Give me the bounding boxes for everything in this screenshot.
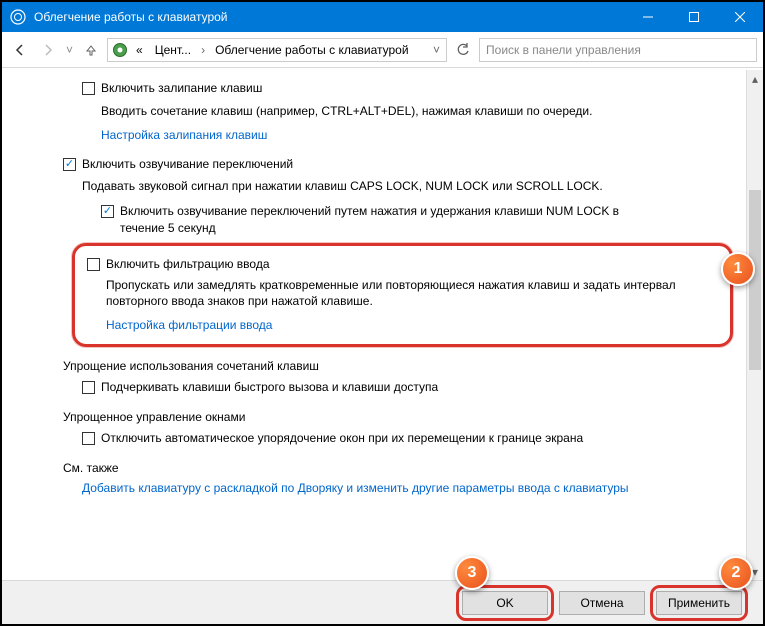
toggle-keys-numlock-checkbox[interactable]: [101, 205, 114, 218]
shortcuts-heading: Упрощение использования сочетаний клавиш: [63, 359, 733, 373]
control-panel-icon: [112, 42, 128, 58]
filter-keys-highlight: Включить фильтрацию ввода Пропускать или…: [72, 243, 733, 347]
toggle-keys-label: Включить озвучивание переключений: [82, 156, 293, 173]
cancel-button[interactable]: Отмена: [559, 591, 645, 615]
toggle-keys-description: Подавать звуковой сигнал при нажатии кла…: [82, 178, 733, 195]
breadcrumb-part-2[interactable]: Облегчение работы с клавиатурой: [211, 43, 413, 57]
annotation-marker-2: 2: [719, 556, 753, 590]
refresh-button[interactable]: [451, 38, 475, 62]
annotation-marker-3: 3: [455, 556, 489, 590]
sticky-keys-settings-link[interactable]: Настройка залипания клавиш: [101, 128, 267, 142]
scroll-up-button[interactable]: ▴: [747, 70, 763, 87]
filter-keys-checkbox[interactable]: [87, 258, 100, 271]
breadcrumb[interactable]: « Цент... › Облегчение работы с клавиату…: [107, 38, 447, 62]
toggle-keys-numlock-label: Включить озвучивание переключений путем …: [120, 203, 660, 237]
filter-keys-label: Включить фильтрацию ввода: [106, 256, 270, 273]
ok-button[interactable]: OK: [462, 591, 548, 615]
navigation-bar: ˅ « Цент... › Облегчение работы с клавиа…: [2, 32, 763, 68]
filter-keys-description: Пропускать или замедлять кратковременные…: [106, 277, 718, 311]
maximize-button[interactable]: [671, 2, 717, 32]
seealso-heading: См. также: [63, 461, 733, 475]
forward-button[interactable]: [36, 38, 60, 62]
dialog-footer: OK Отмена Применить: [2, 580, 763, 624]
vertical-scrollbar[interactable]: ▴ ▾: [746, 70, 763, 580]
dropdown-chevron-icon[interactable]: ˅: [431, 43, 442, 57]
sticky-keys-label: Включить залипание клавиш: [101, 80, 262, 97]
disable-snap-checkbox[interactable]: [82, 432, 95, 445]
app-icon: [10, 9, 26, 25]
underline-shortcuts-checkbox[interactable]: [82, 381, 95, 394]
content-area: Включить залипание клавиш Вводить сочета…: [2, 70, 763, 580]
underline-shortcuts-label: Подчеркивать клавиши быстрого вызова и к…: [101, 379, 438, 396]
window-titlebar: Облегчение работы с клавиатурой: [2, 2, 763, 32]
back-button[interactable]: [8, 38, 32, 62]
sticky-keys-checkbox[interactable]: [82, 82, 95, 95]
sticky-keys-description: Вводить сочетание клавиш (например, CTRL…: [101, 103, 733, 120]
window-title: Облегчение работы с клавиатурой: [34, 10, 625, 24]
nav-chevron-icon: ˅: [66, 43, 73, 57]
disable-snap-label: Отключить автоматическое упорядочение ок…: [101, 430, 583, 447]
filter-keys-settings-link[interactable]: Настройка фильтрации ввода: [106, 318, 272, 332]
windows-heading: Упрощенное управление окнами: [63, 410, 733, 424]
minimize-button[interactable]: [625, 2, 671, 32]
chevron-right-icon: ›: [199, 43, 207, 57]
apply-button[interactable]: Применить: [656, 591, 742, 615]
annotation-marker-1: 1: [721, 252, 755, 286]
search-input[interactable]: Поиск в панели управления: [479, 38, 757, 62]
breadcrumb-prefix[interactable]: «: [132, 43, 147, 57]
dvorak-link[interactable]: Добавить клавиатуру с раскладкой по Двор…: [82, 481, 629, 495]
up-button[interactable]: [79, 38, 103, 62]
search-placeholder: Поиск в панели управления: [486, 43, 641, 57]
toggle-keys-checkbox[interactable]: [63, 158, 76, 171]
breadcrumb-part-1[interactable]: Цент...: [151, 43, 195, 57]
close-button[interactable]: [717, 2, 763, 32]
